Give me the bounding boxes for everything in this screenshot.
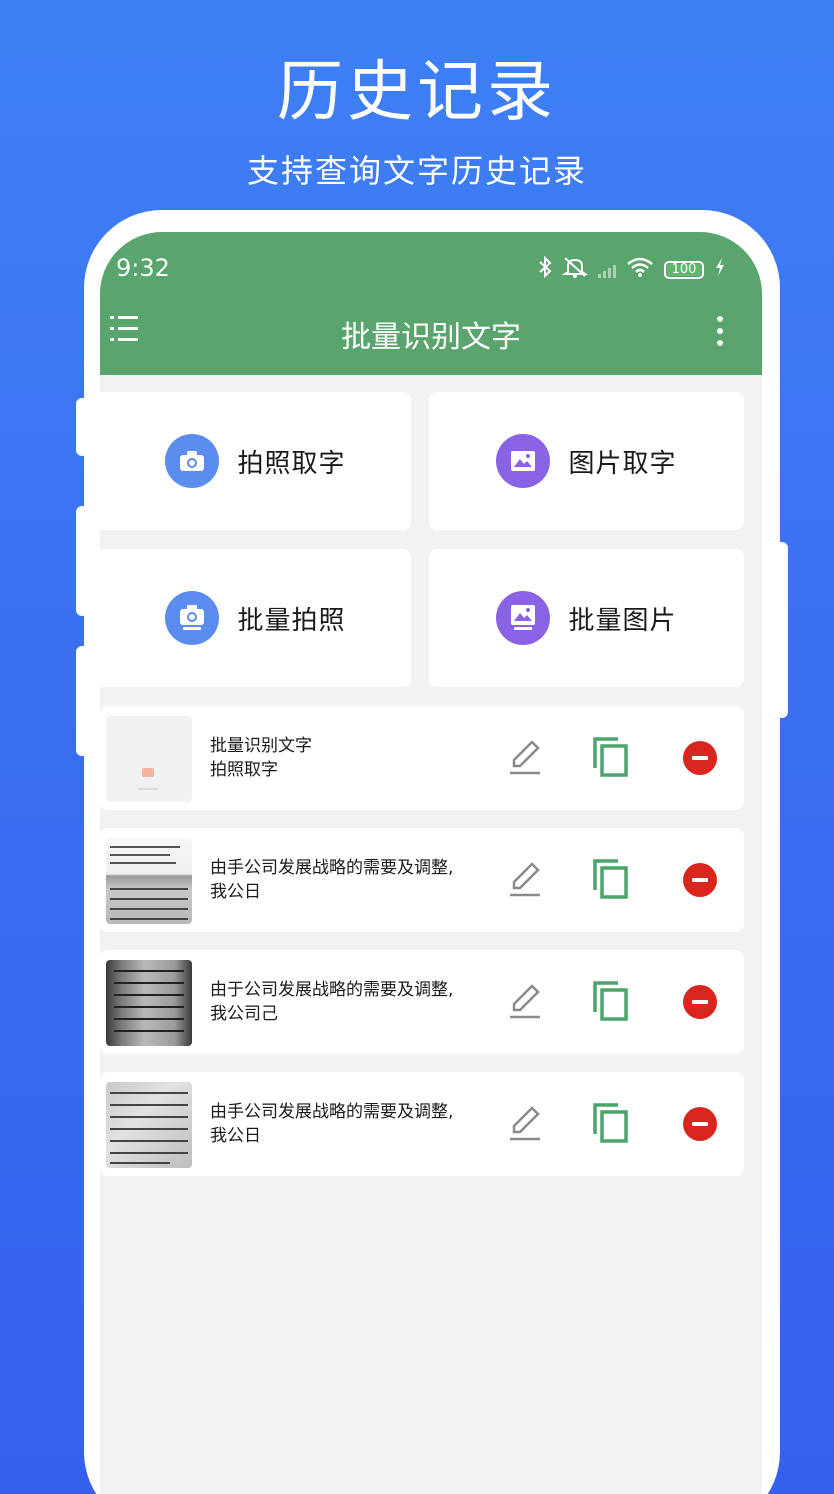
edit-icon[interactable] <box>508 738 542 776</box>
promo-title: 历史记录 <box>277 53 557 130</box>
app-bar: 9:32 100 批量识别文字 <box>100 232 762 375</box>
phone-side-button <box>76 506 88 616</box>
history-text-line2: 我公日 <box>210 882 261 902</box>
feature-label: 批量图片 <box>568 605 677 636</box>
history-row[interactable]: 由手公司发展战略的需要及调整, 我公日 <box>100 828 744 932</box>
delete-icon[interactable] <box>683 985 717 1019</box>
history-text-line2: 我公日 <box>210 1126 261 1146</box>
delete-icon[interactable] <box>683 741 717 775</box>
copy-icon[interactable] <box>592 980 630 1022</box>
history-text-line2: 我公司己 <box>210 1004 278 1024</box>
camera-icon <box>165 434 220 488</box>
more-vertical-icon[interactable] <box>716 316 724 346</box>
history-text-line1: 由手公司发展战略的需要及调整, <box>210 858 454 878</box>
image-icon <box>496 434 551 488</box>
history-text-line1: 由手公司发展战略的需要及调整, <box>210 1102 454 1122</box>
edit-icon[interactable] <box>508 982 542 1020</box>
copy-icon[interactable] <box>592 736 630 778</box>
battery-percent: 100 <box>671 262 697 277</box>
history-row[interactable]: 由手公司发展战略的需要及调整, 我公日 <box>100 1072 744 1176</box>
feature-card-image-ocr[interactable]: 图片取字 <box>429 392 744 530</box>
wifi-icon <box>626 256 654 283</box>
feature-card-batch-photo[interactable]: 批量拍照 <box>100 549 411 687</box>
feature-label: 拍照取字 <box>237 448 346 479</box>
history-thumbnail <box>106 1082 192 1168</box>
charging-icon <box>714 257 726 282</box>
edit-icon[interactable] <box>508 860 542 898</box>
delete-icon[interactable] <box>683 1107 717 1141</box>
batch-image-icon <box>496 591 551 645</box>
signal-icon <box>598 262 616 278</box>
feature-card-batch-image[interactable]: 批量图片 <box>429 549 744 687</box>
status-time: 9:32 <box>116 254 170 282</box>
history-row[interactable]: 由于公司发展战略的需要及调整, 我公司己 <box>100 950 744 1054</box>
toolbar: 批量识别文字 <box>100 300 762 360</box>
phone-screen: 9:32 100 批量识别文字 拍照取字 图片取字 批量拍照 批量图片 批量识别… <box>100 232 762 1494</box>
history-thumbnail <box>106 960 192 1046</box>
delete-icon[interactable] <box>683 863 717 897</box>
status-bar: 9:32 100 <box>100 254 762 284</box>
history-text-line1: 由于公司发展战略的需要及调整, <box>210 980 454 1000</box>
copy-icon[interactable] <box>592 1102 630 1144</box>
history-row[interactable]: 批量识别文字 拍照取字 <box>100 706 744 810</box>
feature-card-photo-ocr[interactable]: 拍照取字 <box>100 392 411 530</box>
feature-label: 图片取字 <box>568 448 677 479</box>
phone-side-button <box>776 542 788 718</box>
bluetooth-icon <box>538 255 552 283</box>
feature-label: 批量拍照 <box>237 605 346 636</box>
phone-side-button <box>76 646 88 756</box>
mute-icon <box>561 256 589 283</box>
battery-icon: 100 <box>664 260 704 279</box>
edit-icon[interactable] <box>508 1104 542 1142</box>
copy-icon[interactable] <box>592 858 630 900</box>
history-text-line2: 拍照取字 <box>210 760 278 780</box>
history-text-line1: 批量识别文字 <box>210 736 312 756</box>
batch-camera-icon <box>165 591 220 645</box>
app-title: 批量识别文字 <box>341 320 521 355</box>
phone-side-button <box>76 398 88 456</box>
history-thumbnail <box>106 838 192 924</box>
history-thumbnail <box>106 716 192 802</box>
promo-subtitle: 支持查询文字历史记录 <box>246 152 587 190</box>
